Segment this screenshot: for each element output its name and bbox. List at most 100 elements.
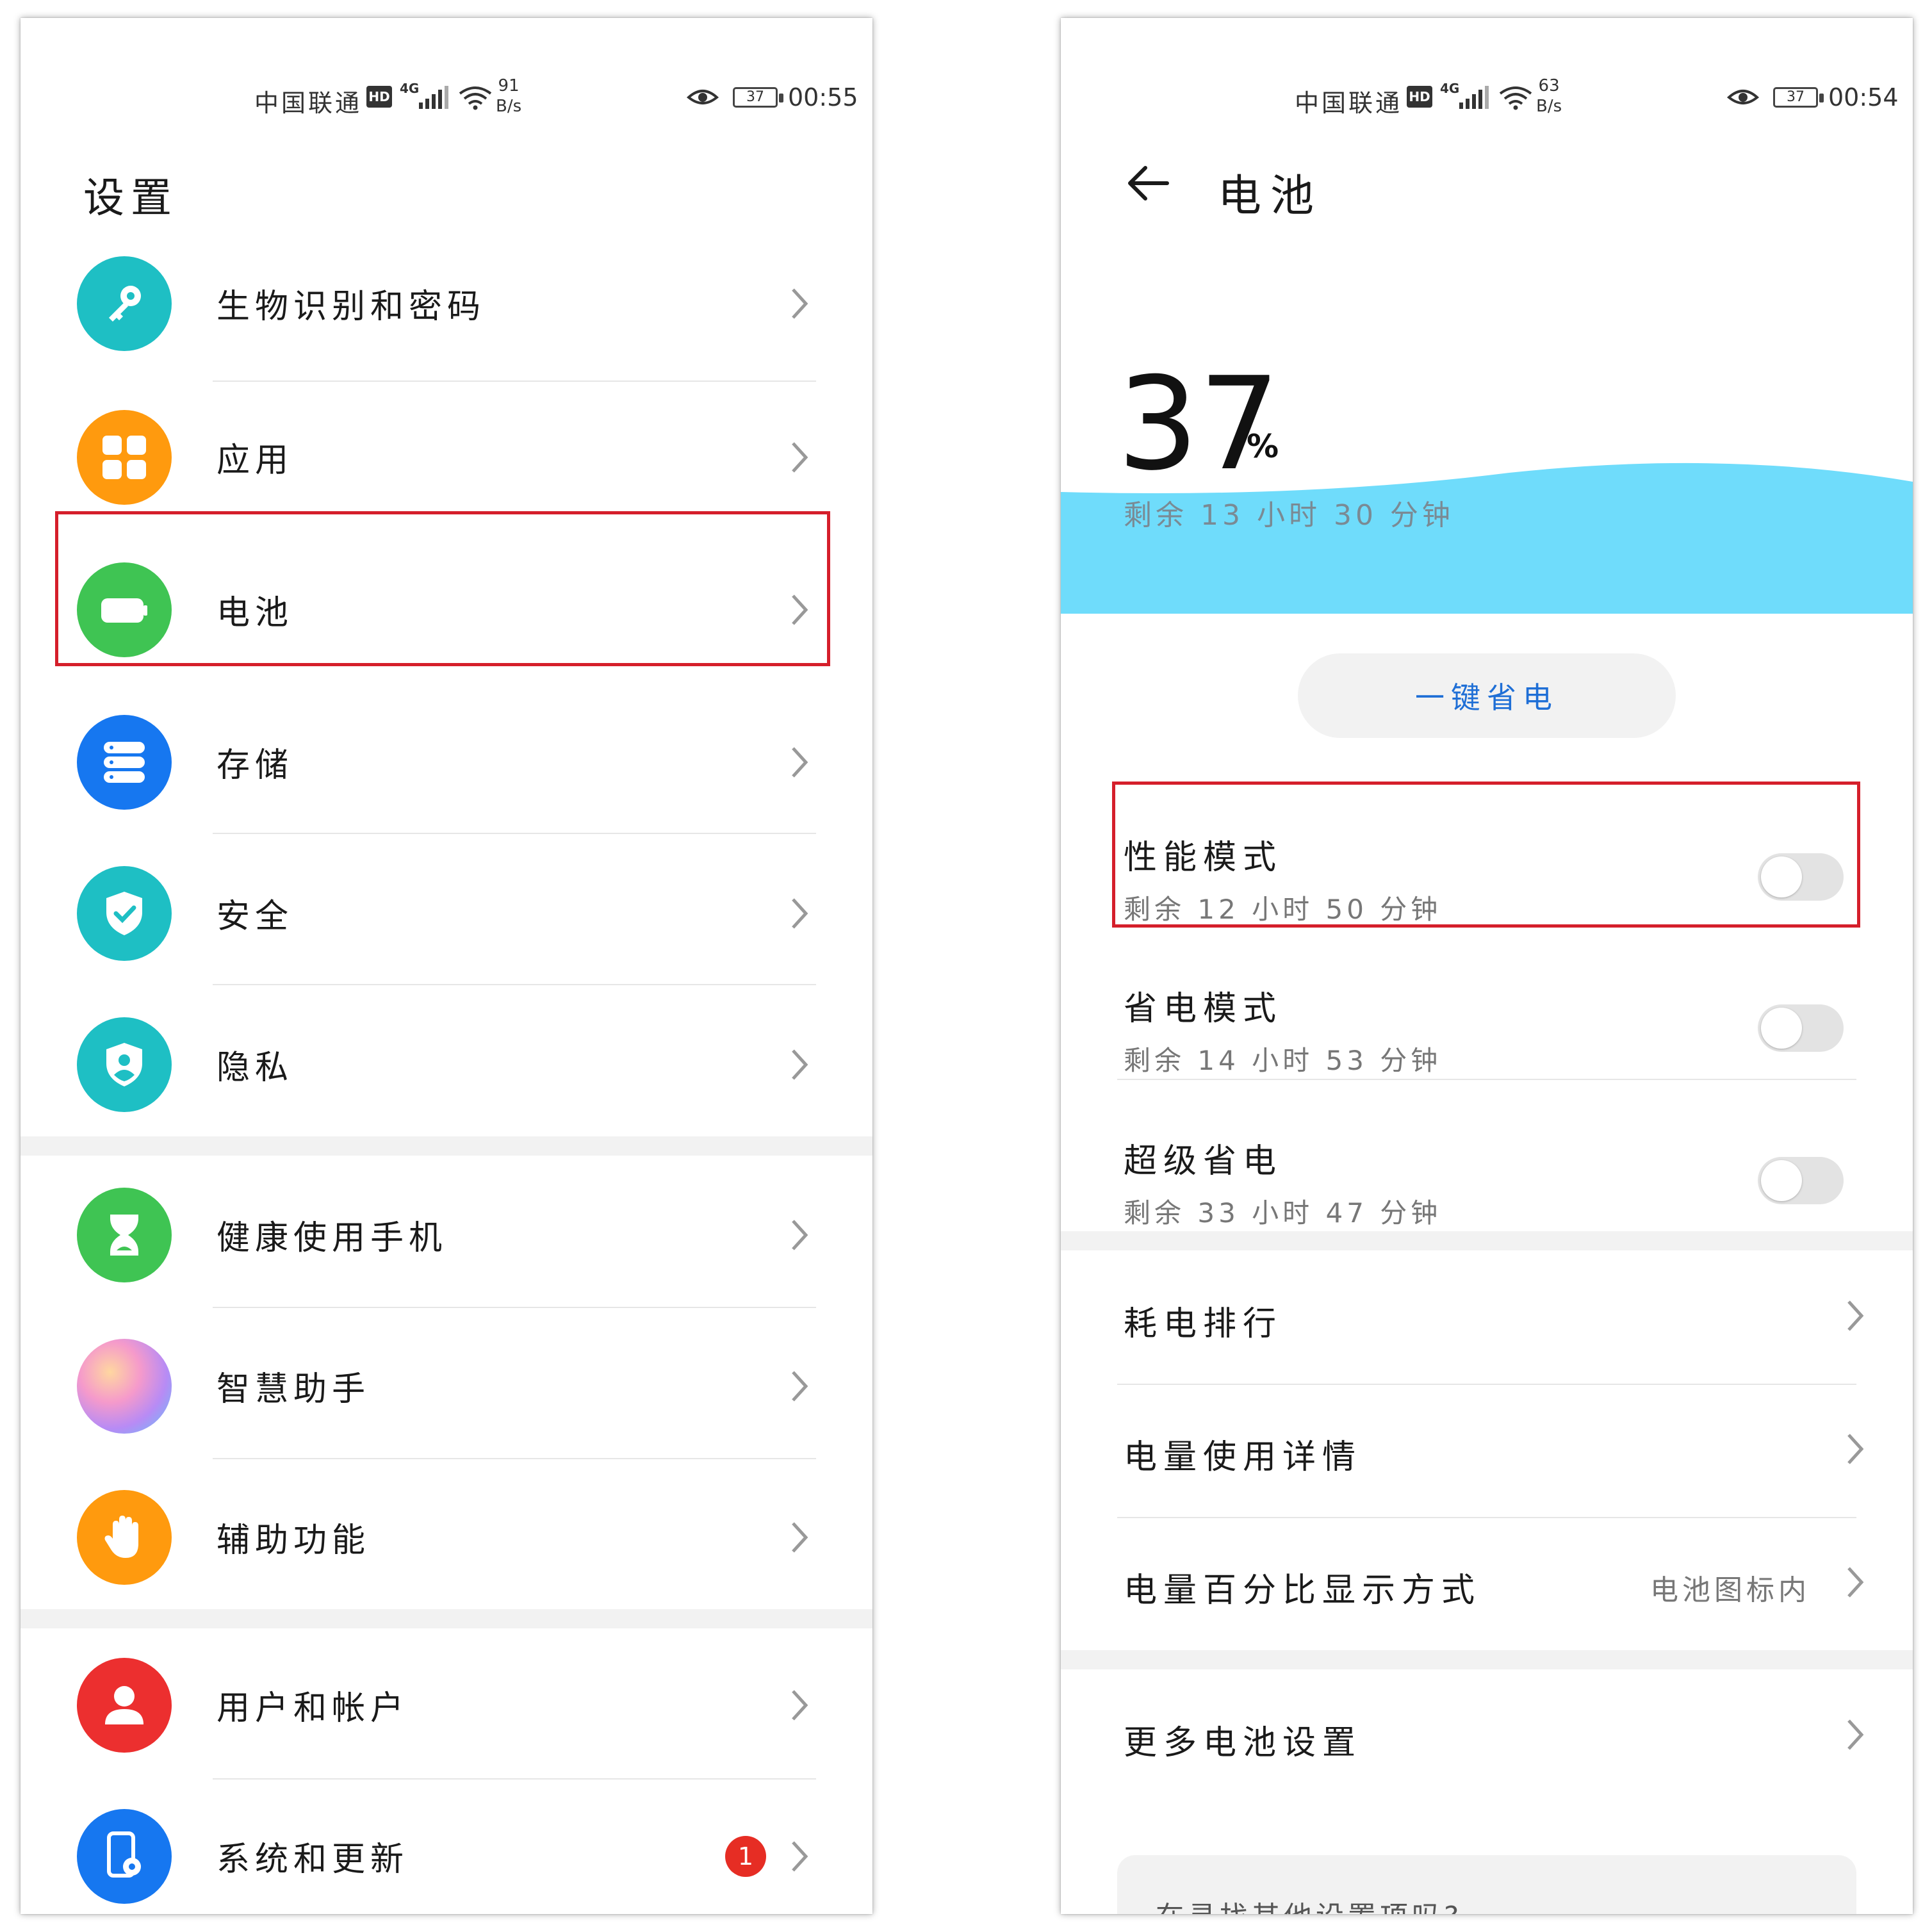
back-arrow-icon[interactable] [1122, 158, 1174, 209]
carrier-name: 中国联通 [1295, 89, 1403, 117]
chevron-right-icon [792, 898, 808, 929]
apps-grid-icon [77, 410, 172, 505]
divider [213, 1307, 816, 1308]
settings-item-label: 用户和帐户 [217, 1689, 409, 1728]
settings-item-label: 电池 [217, 594, 294, 632]
percent-sign: % [1247, 428, 1279, 465]
settings-item-system-update[interactable]: 系统和更新 1 [20, 1781, 872, 1914]
chevron-right-icon [792, 1371, 808, 1402]
hd-badge: HD [366, 86, 392, 108]
search-hint: 在寻找其他设置项吗? [1156, 1894, 1462, 1914]
mode-power-saving[interactable]: 省电模式 剩余 14 小时 53 分钟 [1061, 954, 1913, 1106]
settings-item-apps[interactable]: 应用 [20, 382, 872, 533]
divider [213, 833, 816, 834]
battery-status-icon: 37 [733, 87, 783, 108]
row-label: 耗电排行 [1124, 1305, 1283, 1343]
signal-icon [1459, 86, 1489, 109]
signal-icon [419, 86, 448, 109]
section-separator [1061, 1650, 1913, 1669]
mode-title: 超级省电 [1124, 1142, 1283, 1181]
battery-status-icon: 37 [1773, 87, 1824, 108]
network-speed: 63 B/s [1536, 76, 1562, 117]
chevron-right-icon [792, 1522, 808, 1553]
power-saving-toggle[interactable] [1758, 1004, 1844, 1052]
settings-item-security[interactable]: 安全 [20, 838, 872, 989]
mode-remaining: 剩余 14 小时 53 分钟 [1124, 1045, 1442, 1076]
update-badge: 1 [725, 1836, 766, 1877]
mode-performance[interactable]: 性能模式 剩余 12 小时 50 分钟 [1061, 803, 1913, 954]
speed-value: 91 [498, 76, 520, 95]
divider [1117, 1079, 1856, 1080]
divider [213, 1458, 816, 1459]
clock: 00:55 [788, 83, 858, 111]
page-title: 设置 [83, 175, 178, 222]
speed-unit: B/s [1536, 97, 1562, 116]
settings-item-label: 生物识别和密码 [217, 288, 486, 326]
settings-screen: 中国联通 HD 4G 91 B/s 37 00:55 设置 生物识别和密码 应用… [20, 18, 872, 1914]
chevron-right-icon [1847, 1300, 1864, 1331]
settings-item-storage[interactable]: 存储 [20, 687, 872, 838]
status-bar: 中国联通 HD 4G 91 B/s 37 00:55 [20, 63, 872, 127]
settings-item-smart-assistant[interactable]: 智慧助手 [20, 1311, 872, 1462]
settings-item-label: 系统和更新 [217, 1840, 409, 1879]
settings-item-label: 应用 [217, 441, 294, 480]
performance-mode-toggle[interactable] [1758, 853, 1844, 901]
settings-item-label: 安全 [217, 897, 294, 936]
row-label: 电量使用详情 [1124, 1438, 1363, 1477]
chevron-right-icon [792, 1690, 808, 1721]
chevron-right-icon [792, 442, 808, 473]
settings-item-label: 存储 [217, 746, 294, 785]
eye-comfort-icon [1727, 90, 1759, 104]
row-usage-details[interactable]: 电量使用详情 [1061, 1384, 1913, 1517]
divider [213, 984, 816, 985]
chevron-right-icon [792, 1049, 808, 1080]
row-label: 更多电池设置 [1124, 1724, 1363, 1762]
network-speed: 91 B/s [496, 76, 521, 117]
page-title: 电池 [1218, 171, 1323, 222]
speed-value: 63 [1538, 76, 1560, 95]
hourglass-icon [77, 1188, 172, 1282]
row-more-battery-settings[interactable]: 更多电池设置 [1061, 1669, 1913, 1803]
eye-comfort-icon [687, 90, 719, 104]
battery-percent: 37 [1117, 350, 1281, 499]
row-power-ranking[interactable]: 耗电排行 [1061, 1250, 1913, 1384]
storage-icon [77, 715, 172, 810]
network-type: 4G [1440, 81, 1460, 96]
settings-item-accessibility[interactable]: 辅助功能 [20, 1462, 872, 1613]
chevron-right-icon [792, 747, 808, 778]
row-value: 电池图标内 [1650, 1574, 1810, 1607]
settings-item-privacy[interactable]: 隐私 [20, 989, 872, 1140]
mode-title: 省电模式 [1124, 990, 1283, 1028]
mode-remaining: 剩余 33 小时 47 分钟 [1124, 1197, 1442, 1229]
battery-screen: 中国联通 HD 4G 63 B/s 37 00:54 电池 37 % 剩余 13… [1061, 18, 1913, 1914]
speed-unit: B/s [496, 97, 522, 116]
shield-check-icon [77, 866, 172, 961]
divider [213, 1778, 816, 1780]
chevron-right-icon [1847, 1434, 1864, 1464]
carrier-name: 中国联通 [254, 89, 363, 117]
settings-item-label: 隐私 [217, 1049, 294, 1087]
privacy-shield-icon [77, 1017, 172, 1112]
row-label: 电量百分比显示方式 [1124, 1571, 1482, 1610]
wifi-icon [1499, 86, 1532, 110]
search-suggestion-card[interactable]: 在寻找其他设置项吗? [1117, 1855, 1856, 1914]
settings-item-battery[interactable]: 电池 [20, 534, 872, 685]
row-percent-display[interactable]: 电量百分比显示方式 电池图标内 [1061, 1517, 1913, 1650]
assistant-orb-icon [77, 1339, 172, 1434]
ultra-saving-toggle[interactable] [1758, 1157, 1844, 1204]
chevron-right-icon [1847, 1719, 1864, 1750]
status-bar: 中国联通 HD 4G 63 B/s 37 00:54 [1061, 63, 1913, 127]
chevron-right-icon [792, 594, 808, 625]
chevron-right-icon [792, 288, 808, 319]
hd-badge: HD [1407, 86, 1432, 108]
settings-item-label: 健康使用手机 [217, 1219, 448, 1257]
key-icon [77, 256, 172, 351]
settings-item-label: 智慧助手 [217, 1370, 371, 1409]
settings-item-digital-balance[interactable]: 健康使用手机 [20, 1159, 872, 1311]
section-separator [20, 1136, 872, 1156]
wifi-icon [459, 86, 492, 110]
chevron-right-icon [792, 1220, 808, 1250]
settings-item-users[interactable]: 用户和帐户 [20, 1630, 872, 1781]
one-tap-save-button[interactable]: 一键省电 [1298, 653, 1676, 738]
settings-item-biometrics[interactable]: 生物识别和密码 [20, 228, 872, 379]
